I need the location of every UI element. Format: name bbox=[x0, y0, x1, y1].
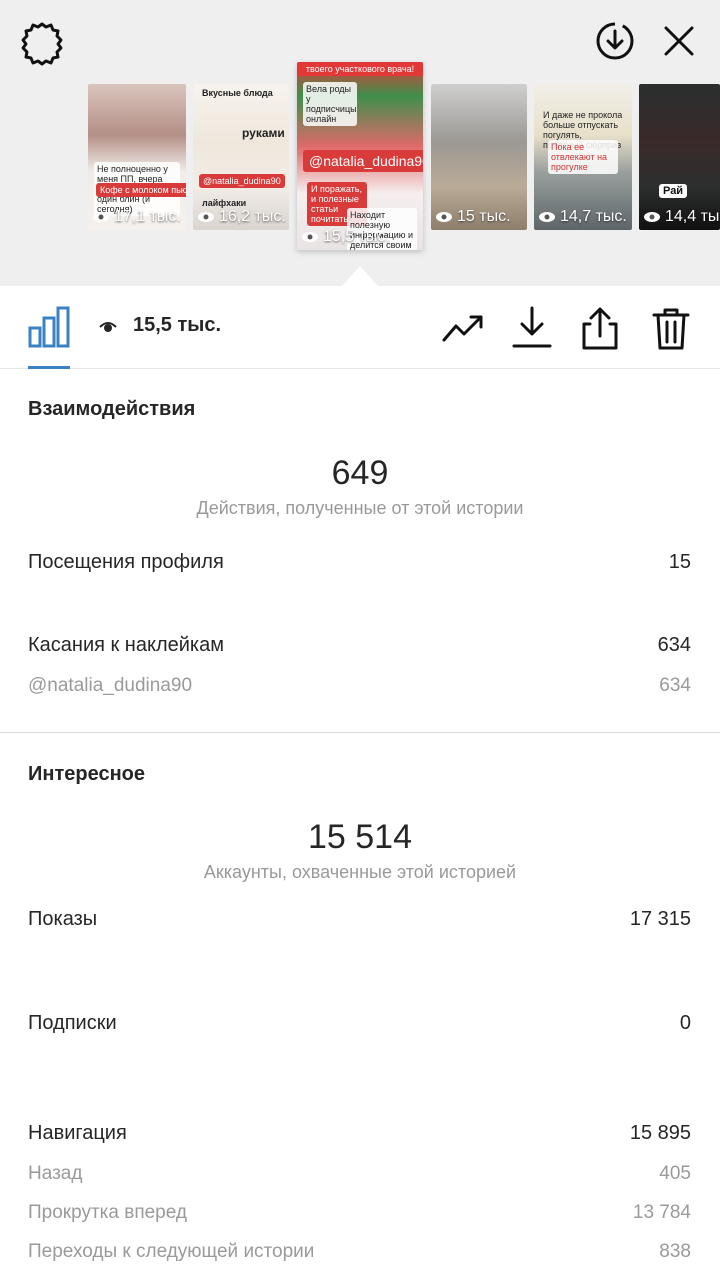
sticker-text: руками bbox=[242, 126, 285, 140]
story-strip-area: Не полноценно у меня ПП, вчера утром я с… bbox=[0, 0, 720, 286]
story-thumbnails: Не полноценно у меня ПП, вчера утром я с… bbox=[0, 62, 720, 262]
row-sublabel: Прокрутка вперед bbox=[28, 1202, 187, 1223]
trash-icon[interactable] bbox=[649, 306, 693, 350]
selected-pointer bbox=[342, 266, 378, 286]
row-sublabel: Назад bbox=[28, 1163, 83, 1184]
thumbnail-views: 15,5 тыс. bbox=[301, 228, 390, 246]
gear-icon[interactable] bbox=[18, 20, 66, 68]
row-value: 15 bbox=[668, 551, 691, 573]
eye-icon bbox=[644, 212, 660, 222]
row-sublabel[interactable]: @natalia_dudina90 bbox=[28, 675, 192, 697]
row-subvalue: 634 bbox=[659, 675, 691, 696]
row-value: 634 bbox=[657, 634, 691, 656]
eye-icon bbox=[302, 232, 318, 242]
eye-icon bbox=[436, 212, 452, 222]
sticker-tag: @natalia_dudina90 bbox=[199, 174, 285, 188]
eye-icon bbox=[99, 322, 117, 332]
row-label: Показы bbox=[28, 908, 98, 930]
row-value: 0 bbox=[679, 1012, 691, 1034]
eye-icon bbox=[539, 212, 555, 222]
interactions-total: 649 bbox=[331, 454, 389, 492]
discovery-caption: Аккаунты, охваченные этой историей bbox=[203, 862, 517, 882]
section-divider bbox=[0, 732, 720, 733]
share-icon[interactable] bbox=[578, 306, 622, 350]
row-sublabel: Переходы к следующей истории bbox=[28, 1241, 315, 1262]
trend-icon[interactable] bbox=[441, 306, 485, 350]
thumbnail-views: 16,2 тыс. bbox=[197, 208, 286, 226]
row-value: 17 315 bbox=[629, 908, 691, 930]
eye-icon bbox=[93, 212, 109, 222]
sticker-text: Вела роды у подписчицы онлайн bbox=[303, 82, 357, 126]
row-subvalue: 405 bbox=[659, 1163, 691, 1184]
row-label: Навигация bbox=[28, 1122, 127, 1144]
sticker-text: Вкусные блюда bbox=[202, 88, 273, 98]
sticker-tag: Кофе с молоком пью bbox=[96, 183, 186, 197]
row-subvalue: 838 bbox=[659, 1241, 691, 1262]
section-title-discovery: Интересное bbox=[28, 763, 145, 785]
story-thumbnail[interactable]: Вкусные блюда руками @natalia_dudina90 л… bbox=[193, 84, 289, 230]
sticker-header: твоего участкового врача! bbox=[297, 62, 423, 76]
sticker-tag: @natalia_dudina90 bbox=[303, 150, 423, 172]
row-label: Подписки bbox=[28, 1012, 117, 1034]
section-title-interactions: Взаимодействия bbox=[28, 398, 196, 420]
insights-toolbar: 15,5 тыс. bbox=[0, 286, 720, 369]
thumbnail-views: 17,1 тыс. bbox=[92, 208, 181, 226]
story-thumbnail[interactable]: Не полноценно у меня ПП, вчера утром я с… bbox=[88, 84, 186, 230]
story-thumbnail[interactable]: 15 тыс. bbox=[431, 84, 527, 230]
download-icon[interactable] bbox=[510, 306, 554, 350]
view-count: 15,5 тыс. bbox=[133, 314, 222, 336]
active-tab-indicator bbox=[28, 366, 70, 369]
story-thumbnail[interactable]: И даже не прокола больше отпускать погул… bbox=[534, 84, 632, 230]
row-value: 15 895 bbox=[629, 1122, 691, 1144]
row-subvalue: 13 784 bbox=[632, 1202, 691, 1223]
thumbnail-views: 14,7 тыс. bbox=[538, 208, 627, 226]
story-thumbnail[interactable]: Рай 14,4 тыс. bbox=[639, 84, 720, 230]
interactions-caption: Действия, полученные от этой истории bbox=[196, 498, 524, 518]
bar-chart-icon[interactable] bbox=[28, 306, 70, 348]
row-label: Посещения профиля bbox=[28, 551, 224, 573]
thumbnail-views: 15 тыс. bbox=[435, 208, 511, 226]
row-label: Касания к наклейкам bbox=[28, 634, 224, 656]
eye-icon bbox=[198, 212, 214, 222]
sticker-text: Рай bbox=[659, 184, 688, 198]
thumbnail-views: 14,4 тыс. bbox=[643, 208, 720, 226]
close-icon[interactable] bbox=[656, 18, 702, 64]
sticker-text: Пока ее отвлекают на прогулке bbox=[548, 140, 618, 174]
download-circle-icon[interactable] bbox=[592, 18, 638, 64]
discovery-total: 15 514 bbox=[308, 818, 412, 856]
story-thumbnail-selected[interactable]: твоего участкового врача! Вела роды у по… bbox=[297, 62, 423, 250]
